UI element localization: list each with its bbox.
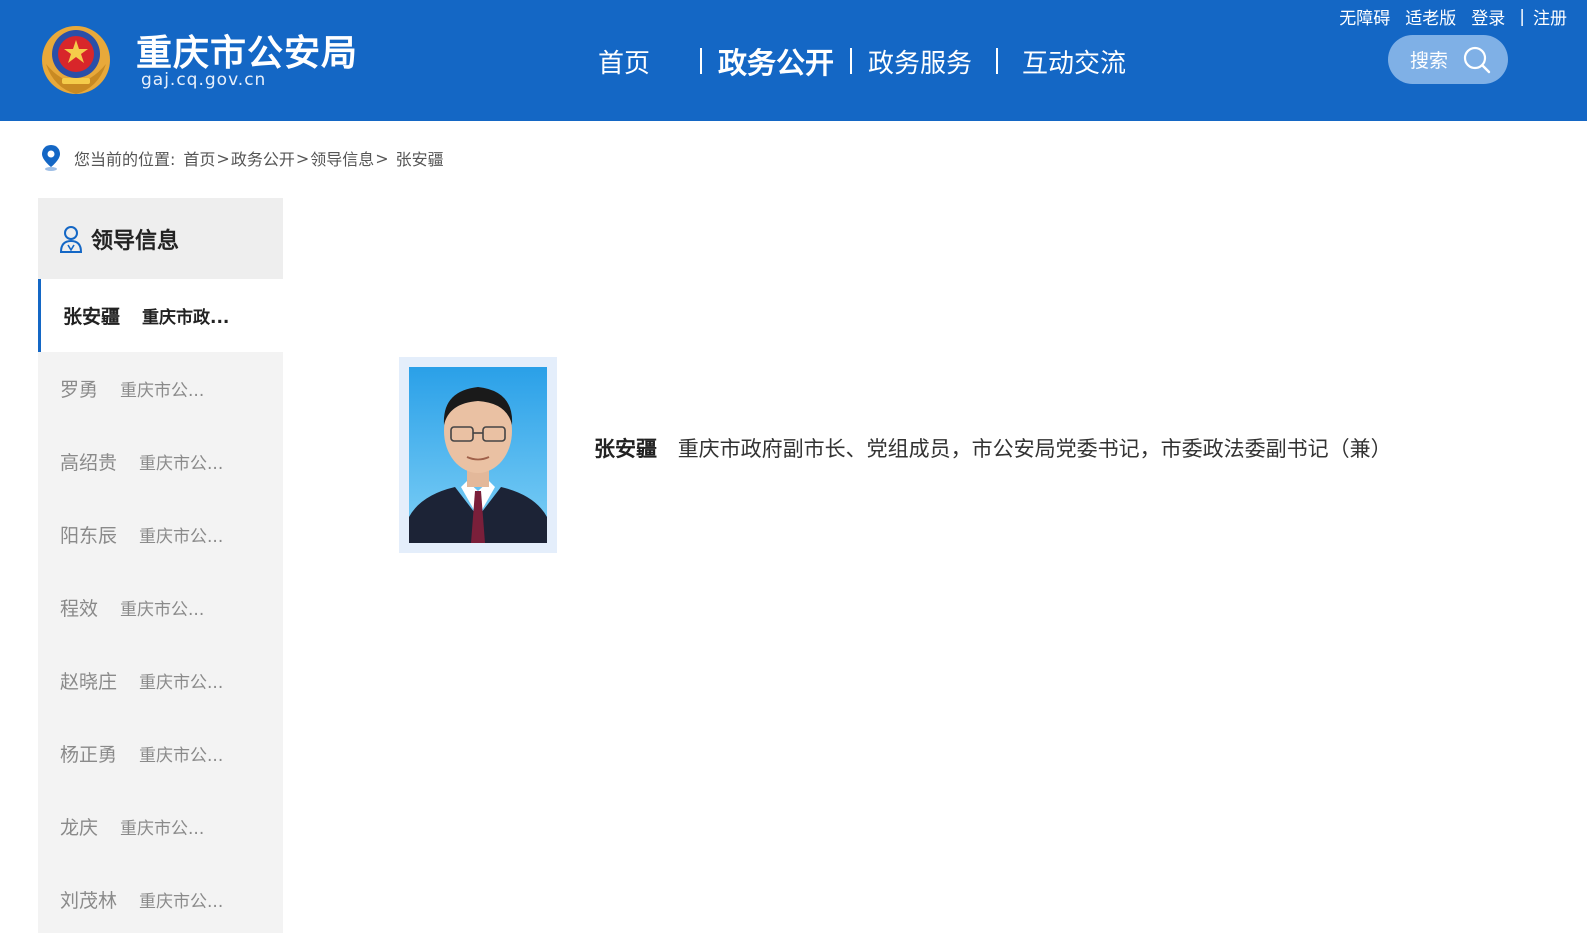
leader-post: 重庆市公...	[120, 381, 205, 401]
top-links: 无障碍 适老版 登录 | 注册	[1324, 4, 1567, 30]
main-nav: 首页 政务公开 政务服务 互动交流	[598, 36, 1126, 86]
nav-government-services[interactable]: 政务服务	[868, 43, 972, 80]
leader-photo-frame	[399, 357, 557, 553]
leader-portrait	[409, 367, 547, 543]
search-button[interactable]: 搜索	[1388, 35, 1508, 84]
search-icon	[1463, 46, 1491, 73]
nav-interaction[interactable]: 互动交流	[1022, 43, 1126, 80]
leader-name: 刘茂林	[60, 890, 118, 912]
breadcrumb-open-government[interactable]: 政务公开	[231, 146, 295, 170]
sidebar-item-luo-yong[interactable]: 罗勇 重庆市公...	[38, 352, 283, 425]
leader-name: 程效	[60, 598, 99, 620]
leader-name: 罗勇	[60, 379, 99, 401]
elderly-mode-link[interactable]: 适老版	[1405, 4, 1456, 29]
breadcrumb-separator: >	[375, 148, 389, 168]
site-header: 重庆市公安局 gaj.cq.gov.cn 首页 政务公开 政务服务 互动交流 无…	[0, 0, 1587, 121]
leader-name: 阳东辰	[60, 525, 118, 547]
breadcrumb: 您当前的位置: 首页 > 政务公开 > 领导信息 > 张安疆	[40, 144, 444, 172]
sidebar: 领导信息 张安疆 重庆市政... 罗勇 重庆市公... 高绍贵 重庆市公... …	[38, 198, 283, 933]
sidebar-item-yang-zhengyong[interactable]: 杨正勇 重庆市公...	[38, 717, 283, 790]
leader-post: 重庆市公...	[139, 892, 224, 912]
breadcrumb-current: 张安疆	[395, 150, 444, 169]
sidebar-item-zhao-xiaozhuang[interactable]: 赵晓庄 重庆市公...	[38, 644, 283, 717]
leader-name: 高绍贵	[60, 452, 118, 474]
leader-profile: 张安疆 重庆市政府副市长、党组成员，市公安局党委书记，市委政法委副书记（兼）	[594, 433, 1392, 463]
sidebar-header: 领导信息	[38, 198, 283, 279]
leader-post: 重庆市公...	[139, 673, 224, 693]
leader-name: 龙庆	[60, 817, 99, 839]
profile-name: 张安疆	[594, 437, 657, 461]
leader-post: 重庆市公...	[139, 527, 224, 547]
breadcrumb-prefix: 您当前的位置:	[74, 150, 176, 169]
site-title: 重庆市公安局	[136, 33, 359, 74]
nav-separator	[700, 48, 703, 74]
profile-title: 重庆市政府副市长、党组成员，市公安局党委书记，市委政法委副书记（兼）	[677, 437, 1392, 461]
topbar-separator: |	[1519, 6, 1525, 27]
user-icon	[59, 225, 83, 253]
nav-separator	[996, 48, 999, 74]
leader-name: 张安疆	[63, 306, 121, 328]
search-label: 搜索	[1410, 50, 1449, 72]
breadcrumb-separator: >	[295, 148, 310, 168]
login-link[interactable]: 登录	[1471, 4, 1505, 29]
register-link[interactable]: 注册	[1533, 4, 1567, 29]
sidebar-item-zhang-anjiang[interactable]: 张安疆 重庆市政...	[38, 279, 283, 352]
leader-post: 重庆市政...	[142, 308, 230, 328]
sidebar-item-yang-dongchen[interactable]: 阳东辰 重庆市公...	[38, 498, 283, 571]
leader-name: 杨正勇	[60, 744, 118, 766]
leader-post: 重庆市公...	[139, 746, 224, 766]
leader-name: 赵晓庄	[60, 671, 118, 693]
sidebar-title: 领导信息	[91, 228, 180, 254]
sidebar-item-long-qing[interactable]: 龙庆 重庆市公...	[38, 790, 283, 863]
nav-separator	[850, 48, 853, 74]
leader-list: 张安疆 重庆市政... 罗勇 重庆市公... 高绍贵 重庆市公... 阳东辰 重…	[38, 279, 283, 936]
breadcrumb-separator: >	[216, 148, 230, 168]
leader-post: 重庆市公...	[120, 819, 205, 839]
breadcrumb-leaders[interactable]: 领导信息	[310, 146, 374, 170]
police-emblem-icon[interactable]	[36, 18, 116, 98]
site-domain: gaj.cq.gov.cn	[141, 70, 267, 90]
accessibility-link[interactable]: 无障碍	[1339, 4, 1390, 29]
sidebar-item-cheng-xiao[interactable]: 程效 重庆市公...	[38, 571, 283, 644]
nav-open-government[interactable]: 政务公开	[718, 40, 834, 82]
nav-home[interactable]: 首页	[598, 43, 650, 80]
leader-post: 重庆市公...	[139, 454, 224, 474]
sidebar-item-liu-maolin[interactable]: 刘茂林 重庆市公...	[38, 863, 283, 936]
location-pin-icon	[42, 145, 60, 171]
leader-post: 重庆市公...	[120, 600, 205, 620]
sidebar-item-gao-shaogui[interactable]: 高绍贵 重庆市公...	[38, 425, 283, 498]
breadcrumb-home[interactable]: 首页	[183, 146, 215, 170]
